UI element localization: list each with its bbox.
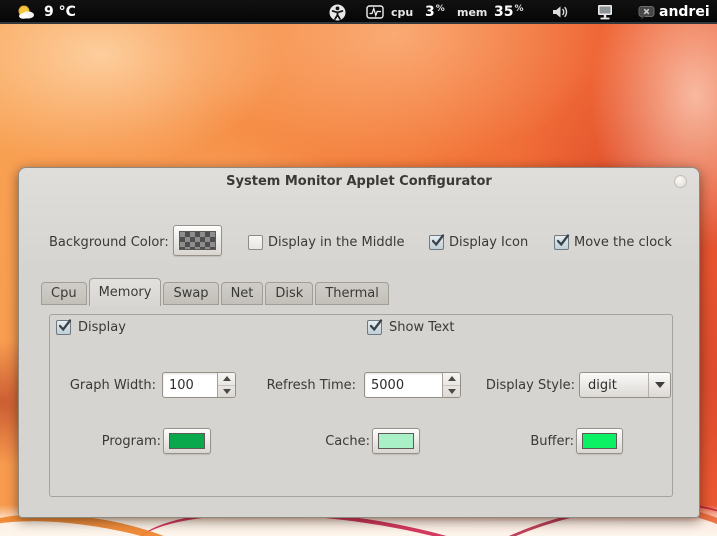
graph-width-input[interactable] [163, 373, 217, 397]
temperature-text: 9 °C [44, 4, 76, 20]
show-text-checkbox[interactable] [367, 319, 383, 335]
top-panel: 9 °C cpu 3 % mem 35 % andrei [0, 0, 717, 24]
weather-icon[interactable] [16, 0, 35, 24]
program-color-swatch [169, 433, 205, 449]
move-clock-checkbox[interactable] [554, 234, 570, 250]
tab-swap[interactable]: Swap [163, 282, 219, 305]
display-style-dropdown[interactable]: digit [579, 372, 671, 398]
spin-up-icon [447, 376, 456, 382]
mem-indicator[interactable]: mem [457, 0, 487, 24]
display-style-value: digit [588, 377, 617, 393]
cpu-indicator[interactable]: cpu [391, 0, 413, 24]
temperature-label[interactable]: 9 °C [44, 0, 76, 24]
graph-width-spin-buttons [217, 373, 235, 397]
accessibility-icon[interactable] [328, 0, 347, 24]
dialog-corner-button[interactable] [674, 175, 687, 188]
background-color-label: Background Color: [49, 235, 169, 250]
cpu-label: cpu [391, 5, 414, 19]
cpu-percent-sign: % [435, 4, 445, 14]
spin-down-icon [447, 388, 456, 394]
chevron-down-icon [654, 382, 665, 388]
refresh-time-spin-buttons [442, 373, 460, 397]
graph-width-spinbox [162, 372, 236, 398]
move-clock-label: Move the clock [574, 235, 672, 250]
program-color-button[interactable] [163, 428, 211, 454]
cpu-value[interactable]: 3 % [425, 0, 445, 24]
volume-icon[interactable] [551, 0, 571, 24]
graph-width-spin-up[interactable] [218, 373, 235, 386]
display-in-middle-checkbox[interactable] [248, 235, 263, 250]
buffer-color-button[interactable] [576, 428, 623, 454]
tab-disk[interactable]: Disk [265, 282, 314, 305]
show-text-label: Show Text [389, 320, 455, 335]
cache-color-label: Cache: [325, 434, 370, 449]
cache-color-swatch [378, 433, 414, 449]
tab-net[interactable]: Net [220, 282, 264, 305]
refresh-time-spin-down[interactable] [443, 386, 460, 398]
mem-label: mem [457, 5, 488, 19]
username-text: andrei [659, 4, 710, 20]
username[interactable]: andrei [659, 0, 710, 24]
tab-thermal[interactable]: Thermal [315, 282, 389, 305]
cache-color-button[interactable] [372, 428, 420, 454]
tab-cpu[interactable]: Cpu [41, 282, 87, 305]
display-icon-label: Display Icon [449, 235, 529, 250]
spin-up-icon [222, 376, 231, 382]
spin-down-icon [222, 388, 231, 394]
refresh-time-label: Refresh Time: [266, 378, 356, 393]
dialog-title: System Monitor Applet Configurator [226, 174, 492, 189]
graph-width-spin-down[interactable] [218, 386, 235, 398]
refresh-time-input[interactable] [365, 373, 442, 397]
cpu-percent: 3 [425, 4, 435, 20]
system-monitor-configurator-dialog: System Monitor Applet Configurator Backg… [18, 167, 700, 518]
mem-value[interactable]: 35 % [494, 0, 524, 24]
display-icon-checkbox[interactable] [429, 234, 445, 250]
display-checkbox[interactable] [56, 319, 72, 335]
refresh-time-spinbox [364, 372, 461, 398]
network-monitor-icon[interactable] [595, 0, 615, 24]
system-monitor-applet-icon[interactable] [366, 0, 385, 24]
tab-memory[interactable]: Memory [88, 278, 162, 306]
display-label: Display [78, 320, 126, 335]
background-color-swatch [179, 231, 216, 250]
display-in-middle-label: Display in the Middle [268, 235, 405, 250]
chat-status-icon[interactable] [637, 0, 656, 24]
memory-tab-frame [49, 314, 673, 497]
graph-width-label: Graph Width: [69, 378, 156, 393]
program-color-label: Program: [101, 434, 161, 449]
refresh-time-spin-up[interactable] [443, 373, 460, 386]
notebook-tabbar: Cpu Memory Swap Net Disk Thermal [41, 278, 391, 306]
buffer-color-label: Buffer: [530, 434, 574, 449]
background-color-button[interactable] [173, 225, 222, 256]
mem-percent: 35 [494, 4, 514, 20]
mem-percent-sign: % [514, 4, 524, 14]
buffer-color-swatch [582, 433, 617, 449]
dropdown-arrow-zone [648, 373, 670, 397]
display-style-label: Display Style: [485, 378, 575, 393]
